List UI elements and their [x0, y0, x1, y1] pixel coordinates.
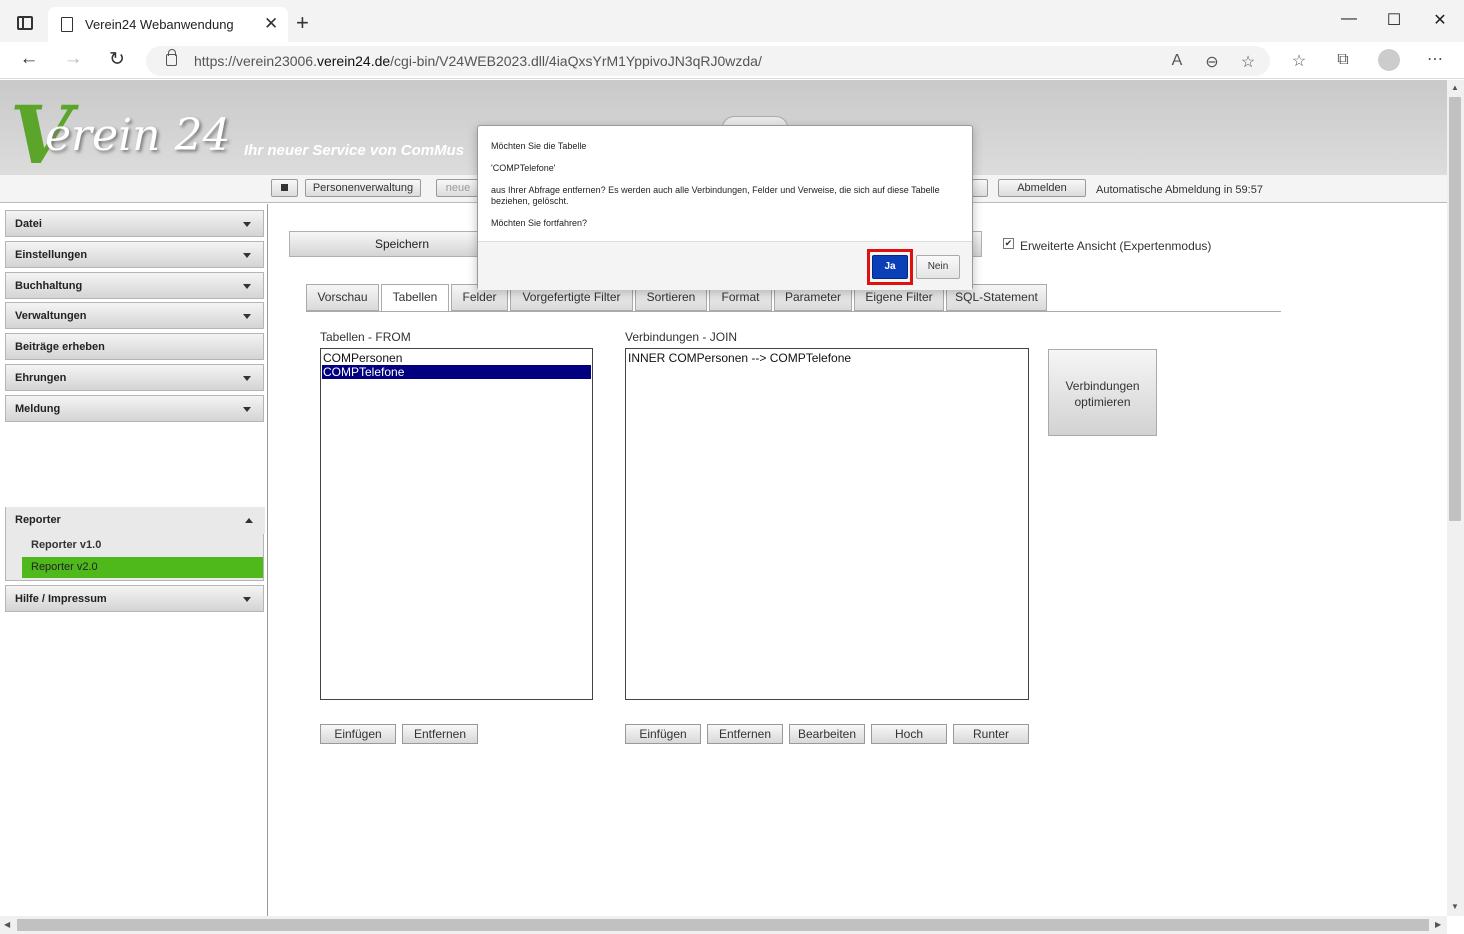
stop-icon [281, 184, 288, 191]
tables-insert-button[interactable]: Einfügen [320, 724, 396, 744]
close-tab-icon[interactable]: ✕ [264, 14, 278, 34]
list-item[interactable]: INNER COMPersonen --> COMPTelefone [627, 351, 1027, 365]
vertical-scrollbar[interactable]: ▲ ▼ [1447, 80, 1464, 916]
chevron-up-icon [245, 518, 253, 523]
sidebar-item-label: Einstellungen [15, 249, 88, 261]
abmelden-button[interactable]: Abmelden [998, 179, 1086, 197]
browser-tab[interactable]: Verein24 Webanwendung ✕ [48, 7, 288, 42]
joins-edit-button[interactable]: Bearbeiten [789, 724, 865, 744]
window-close-icon[interactable]: ✕ [1425, 10, 1455, 30]
joins-down-button[interactable]: Runter [953, 724, 1029, 744]
lock-icon[interactable] [166, 49, 177, 66]
minimize-icon[interactable]: — [1334, 10, 1364, 28]
toolbar-button[interactable] [972, 179, 988, 197]
back-icon[interactable]: ← [17, 48, 41, 70]
sidebar-subitem-reporter-v1[interactable]: Reporter v1.0 [22, 535, 263, 556]
expert-mode-checkbox[interactable]: ✔ [1003, 238, 1014, 249]
read-aloud-icon[interactable]: A [1166, 52, 1188, 70]
url-field[interactable]: https://verein23006.verein24.de/cgi-bin/… [146, 46, 1270, 76]
sidebar-subitem-reporter-v2[interactable]: Reporter v2.0 [22, 557, 263, 578]
tables-label: Tabellen - FROM [320, 330, 411, 344]
forward-icon[interactable]: → [61, 48, 85, 70]
sidebar: Datei Einstellungen Buchhaltung Verwaltu… [0, 204, 268, 916]
sidebar-item-label: Ehrungen [15, 372, 67, 384]
chevron-down-icon [243, 253, 251, 258]
dialog-line: Möchten Sie die Tabelle [491, 141, 587, 151]
tables-remove-button[interactable]: Entfernen [402, 724, 478, 744]
sidebar-item-reporter[interactable]: Reporter [6, 507, 265, 534]
favorite-add-icon[interactable]: ☆ [1237, 52, 1259, 72]
tab-tabellen[interactable]: Tabellen [381, 284, 449, 312]
joins-label: Verbindungen - JOIN [625, 330, 738, 344]
favorites-icon[interactable]: ☆ [1288, 51, 1310, 71]
new-tab-icon[interactable]: + [296, 10, 309, 36]
sidebar-item-label: Verwaltungen [15, 310, 87, 322]
sidebar-item-datei[interactable]: Datei [5, 210, 264, 237]
joins-listbox[interactable]: INNER COMPersonen --> COMPTelefone [625, 348, 1029, 700]
page-icon [61, 17, 73, 32]
dialog-line: 'COMPTelefone' [491, 163, 556, 173]
sidebar-item-verwaltungen[interactable]: Verwaltungen [5, 302, 264, 329]
logo-text: erein 24 [45, 110, 231, 161]
chevron-down-icon [243, 407, 251, 412]
url-text: https://verein23006.verein24.de/cgi-bin/… [194, 53, 762, 69]
sidebar-item-buchhaltung[interactable]: Buchhaltung [5, 272, 264, 299]
joins-remove-button[interactable]: Entfernen [707, 724, 783, 744]
avatar[interactable] [1378, 49, 1400, 71]
scroll-up-icon[interactable]: ▲ [1451, 83, 1459, 92]
scroll-right-icon[interactable]: ▶ [1435, 920, 1441, 929]
tab-title: Verein24 Webanwendung [85, 17, 234, 32]
dialog-line: Möchten Sie fortfahren? [491, 218, 588, 228]
optimize-joins-button[interactable]: Verbindungen optimieren [1048, 349, 1157, 436]
dialog-footer: Ja Nein [478, 241, 972, 290]
no-button[interactable]: Nein [916, 255, 960, 279]
joins-up-button[interactable]: Hoch [871, 724, 947, 744]
sidebar-item-hilfe[interactable]: Hilfe / Impressum [5, 585, 264, 612]
confirm-dialog: Möchten Sie die Tabelle 'COMPTelefone' a… [477, 125, 973, 290]
scrollbar-thumb[interactable] [17, 919, 1429, 931]
expert-mode-label: Erweiterte Ansicht (Expertenmodus) [1020, 239, 1212, 253]
dialog-message: Möchten Sie die Tabelle 'COMPTelefone' a… [491, 141, 961, 240]
neue-button[interactable]: neue [436, 179, 480, 197]
sidebar-item-label: Buchhaltung [15, 280, 83, 292]
tables-listbox[interactable]: COMPersonen COMPTelefone [320, 348, 593, 700]
tagline: Ihr neuer Service von ComMus [244, 142, 465, 159]
sidebar-item-einstellungen[interactable]: Einstellungen [5, 241, 264, 268]
tab-actions-icon[interactable] [17, 16, 33, 30]
list-item[interactable]: COMPersonen [322, 351, 591, 365]
stop-button[interactable] [271, 179, 298, 197]
personenverwaltung-button[interactable]: Personenverwaltung [305, 179, 421, 197]
scroll-left-icon[interactable]: ◀ [4, 920, 10, 929]
auto-logout-timer: Automatische Abmeldung in 59:57 [1096, 184, 1263, 196]
sidebar-item-ehrungen[interactable]: Ehrungen [5, 364, 264, 391]
tab-divider [306, 311, 1281, 312]
sidebar-item-meldung[interactable]: Meldung [5, 395, 264, 422]
chevron-down-icon [243, 222, 251, 227]
browser-tab-bar: Verein24 Webanwendung ✕ + — ☐ ✕ [0, 0, 1464, 42]
maximize-icon[interactable]: ☐ [1379, 10, 1409, 30]
sidebar-item-label: Hilfe / Impressum [15, 593, 107, 605]
scrollbar-thumb[interactable] [1449, 97, 1461, 521]
scroll-down-icon[interactable]: ▼ [1451, 902, 1459, 911]
horizontal-scrollbar[interactable]: ◀ ▶ [0, 916, 1447, 934]
address-bar: ← → ↻ https://verein23006.verein24.de/cg… [0, 42, 1464, 79]
yes-button[interactable]: Ja [872, 255, 908, 279]
more-icon[interactable]: ⋯ [1424, 49, 1446, 69]
chevron-down-icon [243, 314, 251, 319]
list-item-selected[interactable]: COMPTelefone [322, 365, 591, 379]
sidebar-item-label: Reporter [15, 514, 61, 526]
reload-icon[interactable]: ↻ [105, 48, 129, 71]
zoom-out-icon[interactable]: ⊖ [1201, 52, 1223, 72]
sidebar-item-beitraege[interactable]: Beiträge erheben [5, 333, 264, 360]
sidebar-item-label: Beiträge erheben [15, 341, 105, 353]
collections-icon[interactable]: ⧉ [1332, 51, 1354, 69]
dialog-line: aus Ihrer Abfrage entfernen? Es werden a… [491, 185, 940, 206]
tab-vorschau[interactable]: Vorschau [306, 284, 379, 311]
chevron-down-icon [243, 597, 251, 602]
joins-insert-button[interactable]: Einfügen [625, 724, 701, 744]
chevron-down-icon [243, 376, 251, 381]
chevron-down-icon [243, 284, 251, 289]
sidebar-item-label: Datei [15, 218, 42, 230]
sidebar-item-label: Meldung [15, 403, 61, 415]
